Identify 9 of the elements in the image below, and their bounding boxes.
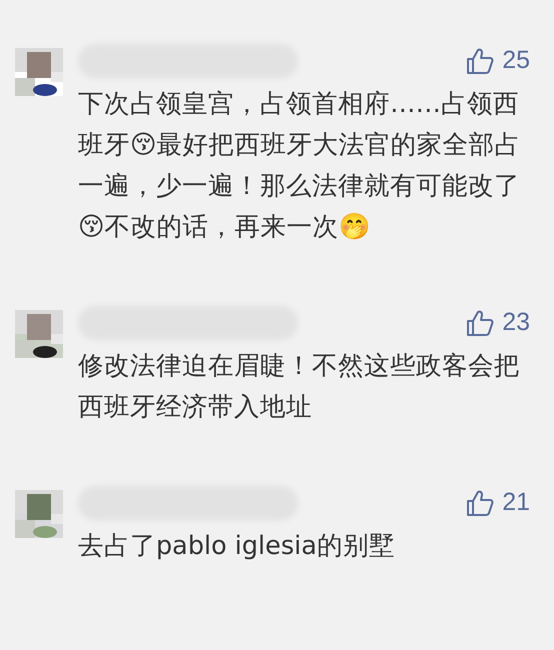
like-count: 21	[502, 487, 530, 518]
thumbs-up-icon[interactable]	[466, 47, 494, 75]
comment-text: 下次占领皇宫，占领首相府……占领西班牙😚最好把西班牙大法官的家全部占一遍，少一遍！那么法律就有可能改了😚不改的话，再来一次🤭	[78, 88, 522, 244]
thumbs-up-icon[interactable]	[466, 309, 494, 337]
thumbs-up-icon[interactable]	[466, 489, 494, 517]
like-count: 25	[502, 45, 530, 76]
comment-text: 修改法律迫在眉睫！不然这些政客会把西班牙经济带入地址	[78, 350, 521, 424]
comment-text: 去占了pablo iglesia的别墅	[78, 530, 396, 563]
like-count: 23	[502, 307, 530, 338]
